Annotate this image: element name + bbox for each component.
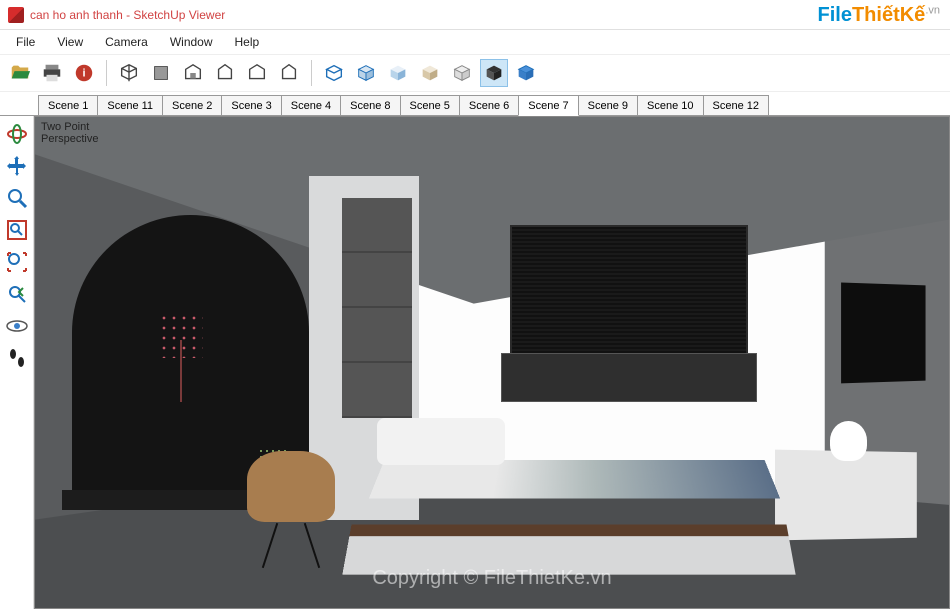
workspace: Two Point Perspective bbox=[0, 116, 950, 609]
menu-view[interactable]: View bbox=[47, 32, 93, 52]
look-around-tool[interactable] bbox=[3, 312, 31, 340]
menu-camera[interactable]: Camera bbox=[95, 32, 158, 52]
view-right-button[interactable] bbox=[211, 59, 239, 87]
scene-tab[interactable]: Scene 11 bbox=[97, 95, 163, 115]
scene-tabs: Scene 1 Scene 11 Scene 2 Scene 3 Scene 4… bbox=[0, 92, 950, 116]
style-shaded-tex-button[interactable] bbox=[416, 59, 444, 87]
print-button[interactable] bbox=[38, 59, 66, 87]
view-iso-button[interactable] bbox=[115, 59, 143, 87]
menu-file[interactable]: File bbox=[6, 32, 45, 52]
scene-tab[interactable]: Scene 2 bbox=[162, 95, 222, 115]
prev-view-tool[interactable] bbox=[3, 280, 31, 308]
view-left-button[interactable] bbox=[275, 59, 303, 87]
viewport-3d[interactable]: Two Point Perspective bbox=[34, 116, 950, 609]
walk-tool[interactable] bbox=[3, 344, 31, 372]
pan-tool[interactable] bbox=[3, 152, 31, 180]
style-wireframe-button[interactable] bbox=[320, 59, 348, 87]
camera-mode-label: Two Point Perspective bbox=[41, 121, 98, 145]
side-toolbar bbox=[0, 116, 34, 609]
style-hidden-button[interactable] bbox=[352, 59, 380, 87]
scene-tab[interactable]: Scene 1 bbox=[38, 95, 98, 115]
watermark-logo: FileThiếtKế.vn bbox=[818, 4, 940, 27]
scene-tab[interactable]: Scene 10 bbox=[637, 95, 703, 115]
scene-tab[interactable]: Scene 8 bbox=[340, 95, 400, 115]
style-mono-button[interactable] bbox=[448, 59, 476, 87]
view-front-button[interactable] bbox=[179, 59, 207, 87]
scene-render bbox=[35, 117, 949, 608]
menu-window[interactable]: Window bbox=[160, 32, 223, 52]
style-xray-button[interactable] bbox=[480, 59, 508, 87]
menu-help[interactable]: Help bbox=[225, 32, 270, 52]
menu-bar: File View Camera Window Help bbox=[0, 30, 950, 54]
scene-tab[interactable]: Scene 3 bbox=[221, 95, 281, 115]
scene-tab[interactable]: Scene 7 bbox=[518, 95, 578, 116]
zoom-tool[interactable] bbox=[3, 184, 31, 212]
scene-tab[interactable]: Scene 6 bbox=[459, 95, 519, 115]
orbit-tool[interactable] bbox=[3, 120, 31, 148]
style-shaded-button[interactable] bbox=[384, 59, 412, 87]
app-icon bbox=[8, 7, 24, 23]
style-back-edges-button[interactable] bbox=[512, 59, 540, 87]
view-back-button[interactable] bbox=[243, 59, 271, 87]
scene-tab[interactable]: Scene 9 bbox=[578, 95, 638, 115]
toolbar-separator bbox=[311, 60, 312, 86]
open-button[interactable] bbox=[6, 59, 34, 87]
scene-tab[interactable]: Scene 5 bbox=[400, 95, 460, 115]
svg-text:i: i bbox=[82, 68, 85, 80]
scene-tab[interactable]: Scene 12 bbox=[703, 95, 769, 115]
zoom-window-tool[interactable] bbox=[3, 216, 31, 244]
scene-tab[interactable]: Scene 4 bbox=[281, 95, 341, 115]
title-bar: can ho anh thanh - SketchUp Viewer FileT… bbox=[0, 0, 950, 30]
zoom-extents-tool[interactable] bbox=[3, 248, 31, 276]
toolbar-separator bbox=[106, 60, 107, 86]
window-title: can ho anh thanh - SketchUp Viewer bbox=[30, 8, 225, 22]
main-toolbar: i bbox=[0, 54, 950, 92]
report-button[interactable]: i bbox=[70, 59, 98, 87]
view-top-button[interactable] bbox=[147, 59, 175, 87]
